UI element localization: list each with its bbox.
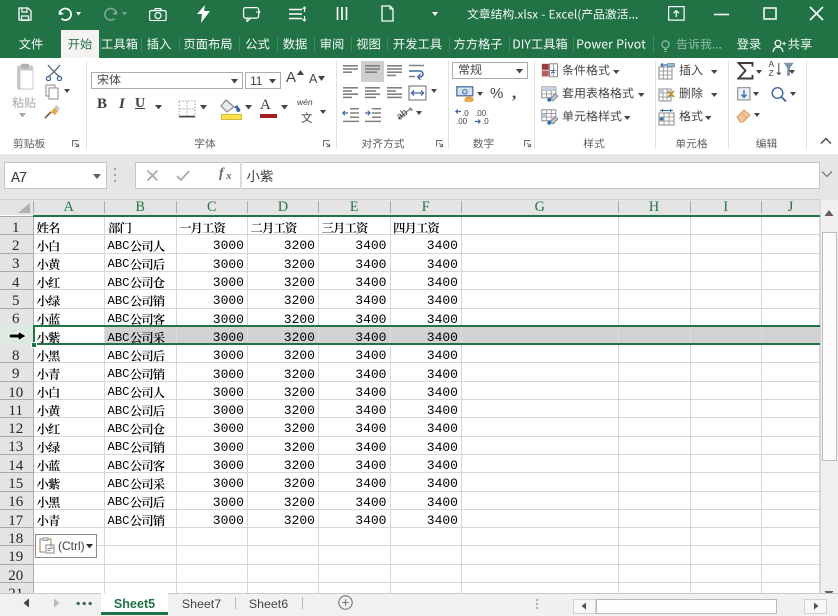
- svg-text:.0: .0: [482, 117, 489, 125]
- svg-text:ab: ab: [396, 107, 410, 123]
- svg-text:≠: ≠: [551, 67, 556, 77]
- svg-text:.00: .00: [456, 117, 468, 125]
